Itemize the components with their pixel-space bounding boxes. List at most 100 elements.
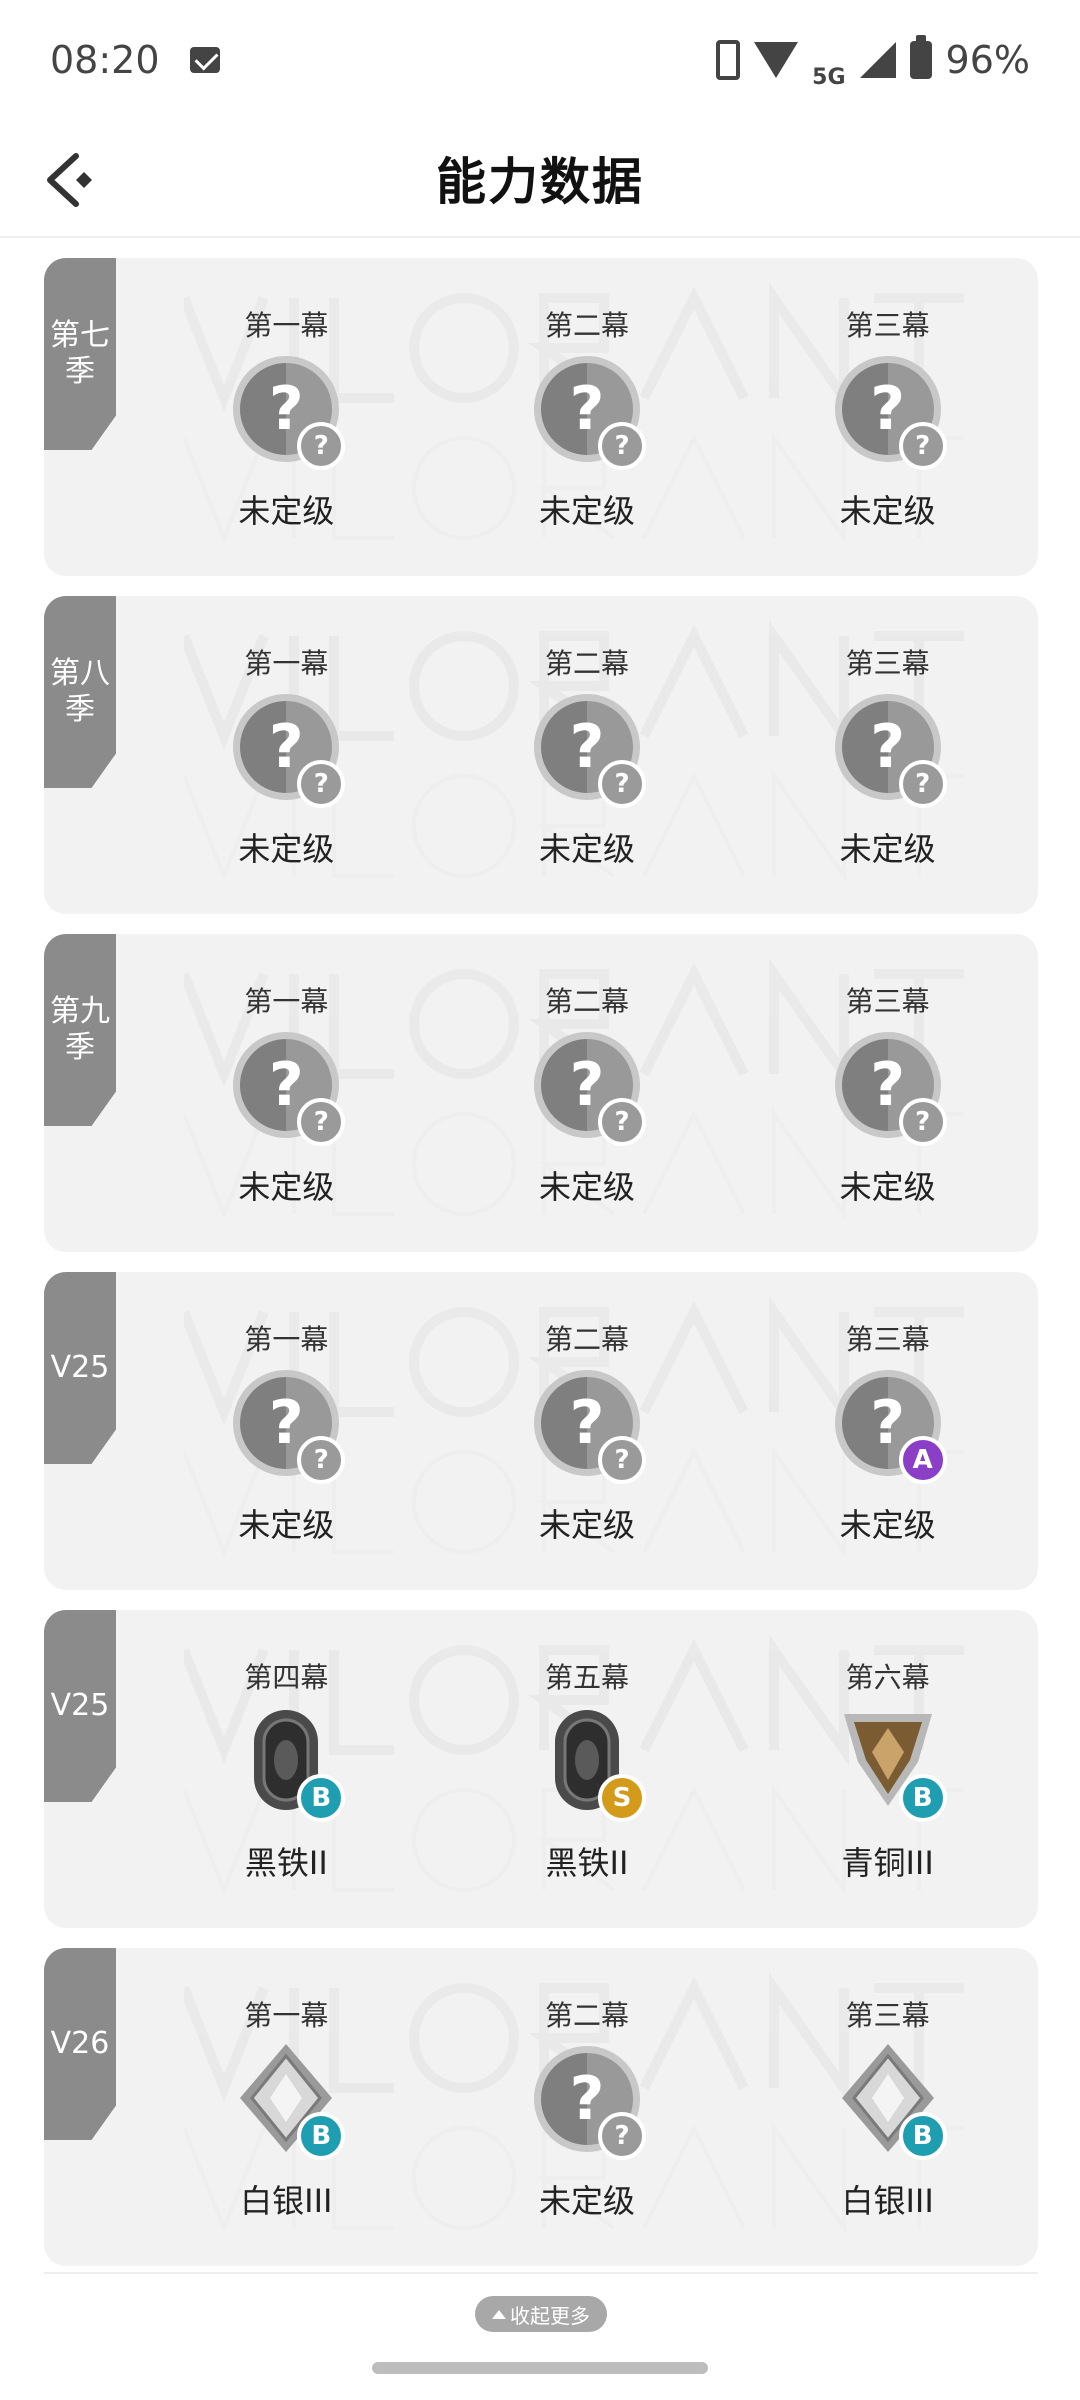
rank-name: 白银III (240, 2182, 333, 2220)
act-item[interactable]: 第一幕 B 白银III (176, 1948, 396, 2266)
app-header: 能力数据 (0, 120, 1080, 238)
rank-name: 未定级 (839, 1506, 936, 1544)
back-button[interactable] (40, 148, 100, 212)
act-item[interactable]: 第二幕?? 未定级 (477, 1272, 697, 1590)
rank-name: 未定级 (238, 830, 335, 868)
act-title: 第一幕 (244, 309, 329, 342)
divider (44, 2272, 1038, 2274)
act-title: 第三幕 (845, 309, 930, 342)
act-title: 第三幕 (845, 1323, 930, 1356)
act-item[interactable]: 第二幕?? 未定级 (477, 596, 697, 914)
tier-badge: S (597, 1774, 646, 1822)
act-item[interactable]: 第三幕 B 白银III (778, 1948, 998, 2266)
act-title: 第六幕 (845, 1661, 930, 1694)
rank-name: 未定级 (839, 830, 936, 868)
signal-icon (859, 42, 896, 78)
act-item[interactable]: 第六幕 B 青铜III (778, 1610, 998, 1928)
season-tag: V25 (44, 1272, 116, 1464)
acts-row: 第一幕?? 未定级 第二幕?? 未定级 第三幕?? 未定级 (116, 258, 1038, 576)
act-item[interactable]: 第五幕 S 黑铁II (477, 1610, 697, 1928)
season-card: 第九季 第一幕?? 未定级 第二幕?? 未定级 第三幕?? 未定级 (44, 934, 1038, 1252)
tier-badge: ? (297, 1098, 346, 1146)
season-card: V26 第一幕 B 白银III 第二幕?? 未定级 第三幕 B 白银III (44, 1948, 1038, 2266)
season-card: V25 第四幕 B 黑铁II 第五幕 S 黑铁II 第六幕 B 青铜III (44, 1610, 1038, 1928)
battery-percent: 96% (945, 38, 1030, 82)
season-tag: 第九季 (44, 934, 116, 1126)
tier-badge: B (297, 2112, 346, 2160)
act-title: 第五幕 (544, 1661, 629, 1694)
rank-name: 未定级 (839, 492, 936, 530)
act-item[interactable]: 第三幕 ? A 未定级 (778, 1272, 998, 1590)
status-bar: 08:20 5G 96% (0, 0, 1080, 120)
act-title: 第三幕 (845, 647, 930, 680)
season-card: 第八季 第一幕?? 未定级 第二幕?? 未定级 第三幕?? 未定级 (44, 596, 1038, 914)
rank-emblem: ?? (221, 356, 351, 470)
rank-name: 未定级 (839, 1168, 936, 1206)
rank-name: 未定级 (238, 492, 335, 530)
rank-emblem: B (823, 1708, 953, 1822)
act-title: 第三幕 (845, 985, 930, 1018)
page-title: 能力数据 (436, 153, 644, 211)
act-item[interactable]: 第三幕?? 未定级 (778, 934, 998, 1252)
rank-emblem: ?? (522, 694, 652, 808)
season-card: 第七季 第一幕?? 未定级 第二幕?? 未定级 第三幕?? 未定级 (44, 258, 1038, 576)
tier-badge: ? (597, 1098, 646, 1146)
act-item[interactable]: 第一幕?? 未定级 (176, 1272, 396, 1590)
act-title: 第四幕 (244, 1661, 329, 1694)
act-item[interactable]: 第一幕?? 未定级 (176, 258, 396, 576)
rank-emblem: ?? (522, 1032, 652, 1146)
status-time: 08:20 (50, 38, 160, 82)
rank-name: 未定级 (538, 1506, 635, 1544)
network-type: 5G (812, 64, 846, 90)
tier-badge: ? (297, 422, 346, 470)
rank-emblem: B (221, 2044, 351, 2160)
rank-name: 未定级 (538, 492, 635, 530)
act-item[interactable]: 第三幕?? 未定级 (778, 596, 998, 914)
acts-row: 第一幕?? 未定级 第二幕?? 未定级 第三幕?? 未定级 (116, 934, 1038, 1252)
tier-badge: ? (297, 1436, 346, 1484)
status-icons: 5G 96% (716, 31, 1030, 90)
rank-emblem: ?? (221, 1370, 351, 1484)
act-item[interactable]: 第二幕?? 未定级 (477, 1948, 697, 2266)
tier-badge: ? (597, 1436, 646, 1484)
act-title: 第一幕 (244, 985, 329, 1018)
acts-row: 第四幕 B 黑铁II 第五幕 S 黑铁II 第六幕 B 青铜III (116, 1610, 1038, 1928)
mail-notification-icon (189, 47, 220, 73)
rank-emblem: ? A (823, 1370, 953, 1484)
back-arrow-icon (47, 153, 92, 207)
season-tag: 第七季 (44, 258, 116, 450)
rank-name: 未定级 (538, 830, 635, 868)
act-title: 第二幕 (544, 647, 629, 680)
rank-name: 未定级 (538, 1168, 635, 1206)
tier-badge: B (898, 2112, 947, 2160)
rank-name: 未定级 (238, 1506, 335, 1544)
tier-badge: ? (898, 1098, 947, 1146)
act-item[interactable]: 第二幕?? 未定级 (477, 934, 697, 1252)
act-title: 第二幕 (544, 309, 629, 342)
tier-badge: B (297, 1774, 346, 1822)
act-item[interactable]: 第三幕?? 未定级 (778, 258, 998, 576)
acts-row: 第一幕 B 白银III 第二幕?? 未定级 第三幕 B 白银III (116, 1948, 1038, 2266)
tier-badge: ? (297, 760, 346, 808)
act-item[interactable]: 第二幕?? 未定级 (477, 258, 697, 576)
rank-name: 黑铁II (244, 1844, 328, 1882)
rank-name: 白银III (841, 2182, 934, 2220)
season-list: 第七季 第一幕?? 未定级 第二幕?? 未定级 第三幕?? 未定级 第八季 第一幕?? 未定级 第二… (44, 258, 1038, 2286)
rank-emblem: ?? (522, 356, 652, 470)
act-title: 第一幕 (244, 1999, 329, 2032)
rank-emblem: S (522, 1708, 652, 1822)
rank-emblem: ?? (823, 1032, 953, 1146)
act-title: 第一幕 (244, 647, 329, 680)
season-tag: V25 (44, 1610, 116, 1802)
season-card: V25 第一幕?? 未定级 第二幕?? 未定级 第三幕? A 未定级 (44, 1272, 1038, 1590)
collapse-more-button[interactable]: 收起更多 (475, 2296, 607, 2332)
rank-name: 黑铁II (545, 1844, 629, 1882)
tier-badge: ? (898, 760, 947, 808)
home-indicator[interactable] (372, 2362, 708, 2374)
act-item[interactable]: 第四幕 B 黑铁II (176, 1610, 396, 1928)
act-item[interactable]: 第一幕?? 未定级 (176, 934, 396, 1252)
act-item[interactable]: 第一幕?? 未定级 (176, 596, 396, 914)
act-title: 第二幕 (544, 1999, 629, 2032)
tier-badge: A (898, 1436, 947, 1484)
rank-name: 未定级 (538, 2182, 635, 2220)
